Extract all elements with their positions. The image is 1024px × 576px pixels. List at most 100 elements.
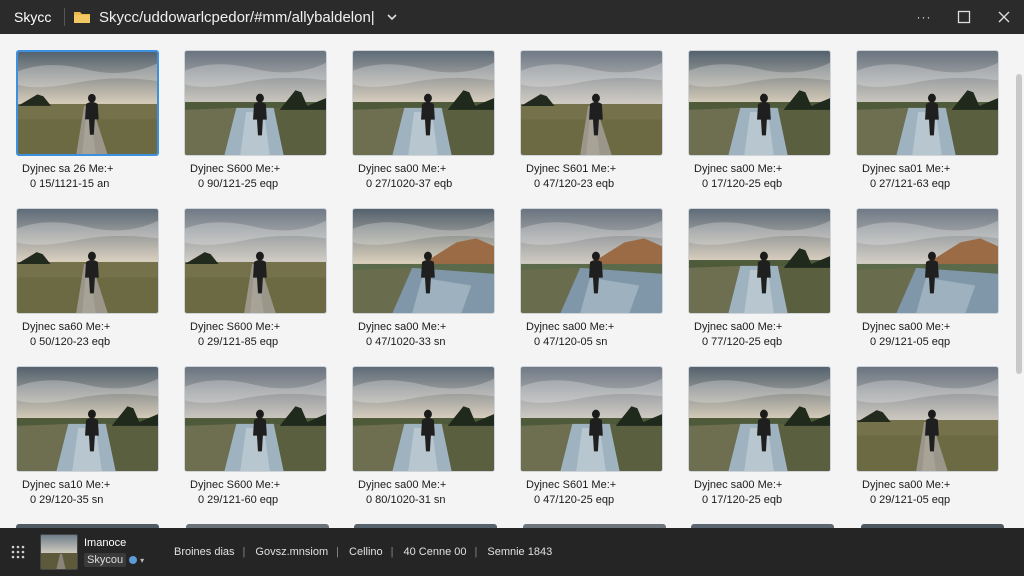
photo-thumbnail[interactable]	[688, 208, 831, 314]
status-item-3: 40 Cenne 00	[403, 546, 467, 558]
close-button[interactable]	[984, 0, 1024, 34]
status-file-name: Imanoce	[84, 537, 127, 549]
photo-meta: 0 77/120-25 eqb	[702, 336, 783, 348]
photo-tile[interactable]: Dyjnec sa00 Me:+ 0 80/1020-31 sn	[352, 366, 497, 524]
photo-name: Dyjnec S600 Me:+	[190, 321, 281, 333]
photo-thumbnail[interactable]	[688, 366, 831, 472]
photo-thumbnail[interactable]	[184, 366, 327, 472]
status-separator: |	[242, 546, 246, 558]
photo-thumbnail[interactable]	[352, 50, 495, 156]
app-title: Skycc	[14, 9, 52, 25]
photo-meta: 0 29/120-35 sn	[30, 494, 104, 506]
more-button[interactable]: ···	[904, 0, 944, 34]
photo-name: Dyjnec sa00 Me:+	[694, 479, 783, 491]
photo-tile[interactable]: Dyjnec sa00 Me:+ 0 29/121-05 eqp	[856, 208, 1001, 366]
status-tag-dropdown[interactable]: Skycou ▾	[84, 553, 164, 567]
chevron-down-icon[interactable]	[385, 10, 399, 24]
photo-meta: 0 27/121-63 eqp	[870, 178, 951, 190]
status-item-1: Govsz.mnsiom	[255, 546, 329, 558]
photo-thumbnail[interactable]	[856, 208, 999, 314]
photo-thumbnail[interactable]	[856, 50, 999, 156]
photo-tile[interactable]: Dyjnec S600 Me:+ 0 90/121-25 eqp	[184, 50, 329, 208]
photo-tile[interactable]: Dyjnec sa10 Me:+ 0 29/120-35 sn	[16, 366, 161, 524]
photo-tile[interactable]: Dyjnec S600 Me:+ 0 29/121-85 eqp	[184, 208, 329, 366]
photo-thumbnail[interactable]	[520, 208, 663, 314]
photo-name: Dyjnec S600 Me:+	[190, 163, 281, 175]
photo-meta: 0 47/120-05 sn	[534, 336, 608, 348]
title-bar: Skycc Skycc/uddowarlcpedor/#mm/allybalde…	[0, 0, 1024, 34]
photo-name: Dyjnec sa00 Me:+	[862, 479, 951, 491]
photo-name: Dyjnec sa60 Me:+	[22, 321, 111, 333]
photo-name: Dyjnec sa00 Me:+	[694, 321, 783, 333]
photo-name: Dyjnec sa00 Me:+	[358, 163, 447, 175]
photo-thumbnail[interactable]	[184, 208, 327, 314]
photo-name: Dyjnec S601 Me:+	[526, 163, 617, 175]
grid-view-icon[interactable]	[10, 544, 26, 560]
photo-meta: 0 29/121-05 eqp	[870, 336, 951, 348]
photo-name: Dyjnec sa00 Me:+	[862, 321, 951, 333]
photo-meta: 0 29/121-05 eqp	[870, 494, 951, 506]
photo-tile[interactable]: Dyjnec S601 Me:+ 0 47/120-25 eqp	[520, 366, 665, 524]
breadcrumb-path[interactable]: Skycc/uddowarlcpedor/#mm/allybaldelon|	[99, 9, 375, 26]
photo-name: Dyjnec sa00 Me:+	[358, 321, 447, 333]
photo-thumbnail[interactable]	[688, 50, 831, 156]
status-selection: Imanoce Skycou ▾	[84, 537, 164, 567]
photo-tile[interactable]: Dyjnec sa00 Me:+ 0 47/1020-33 sn	[352, 208, 497, 366]
photo-thumbnail[interactable]	[856, 366, 999, 472]
photo-thumbnail[interactable]	[352, 366, 495, 472]
scrollbar[interactable]	[1016, 74, 1022, 374]
close-icon	[998, 11, 1010, 23]
photo-name: Dyjnec sa00 Me:+	[358, 479, 447, 491]
status-item-2: Cellino	[349, 546, 383, 558]
photo-thumbnail[interactable]	[16, 366, 159, 472]
status-separator: |	[474, 546, 478, 558]
photo-gallery: Dyjnec sa 26 Me:+ 0 15/1121-15 an Dyjnec …	[0, 34, 1024, 528]
status-tag: Skycou	[84, 553, 127, 567]
photo-tile[interactable]: Dyjnec S600 Me:+ 0 29/121-60 eqp	[184, 366, 329, 524]
status-item-4: Semnie 1843	[487, 546, 553, 558]
photo-tile[interactable]: Dyjnec sa00 Me:+ 0 17/120-25 eqb	[688, 50, 833, 208]
status-item-0: Broines dias	[174, 546, 235, 558]
photo-tile[interactable]: Dyjnec sa00 Me:+ 0 47/120-05 sn	[520, 208, 665, 366]
photo-meta: 0 50/120-23 eqb	[30, 336, 111, 348]
photo-meta: 0 47/120-23 eqb	[534, 178, 615, 190]
status-bar: Imanoce Skycou ▾ Broines dias | Govsz.mn…	[0, 528, 1024, 576]
photo-thumbnail[interactable]	[184, 50, 327, 156]
photo-tile[interactable]: Dyjnec sa 26 Me:+ 0 15/1121-15 an	[16, 50, 161, 208]
photo-tile[interactable]: Dyjnec sa00 Me:+ 0 29/121-05 eqp	[856, 366, 1001, 524]
photo-meta: 0 15/1121-15 an	[30, 178, 110, 190]
photo-meta: 0 17/120-25 eqb	[702, 494, 783, 506]
photo-name: Dyjnec S600 Me:+	[190, 479, 281, 491]
photo-name: Dyjnec sa 26 Me:+	[22, 163, 114, 175]
photo-tile[interactable]: Dyjnec sa60 Me:+ 0 50/120-23 eqb	[16, 208, 161, 366]
photo-meta: 0 29/121-85 eqp	[198, 336, 279, 348]
photo-thumbnail[interactable]	[16, 50, 159, 156]
photo-name: Dyjnec sa00 Me:+	[526, 321, 615, 333]
photo-name: Dyjnec sa01 Me:+	[862, 163, 951, 175]
status-separator: |	[390, 546, 394, 558]
photo-meta: 0 47/120-25 eqp	[534, 494, 615, 506]
photo-thumbnail[interactable]	[16, 208, 159, 314]
folder-icon	[73, 10, 91, 24]
photo-thumbnail[interactable]	[352, 208, 495, 314]
photo-tile[interactable]: Dyjnec sa00 Me:+ 0 17/120-25 eqb	[688, 366, 833, 524]
photo-tile[interactable]: Dyjnec sa00 Me:+ 0 77/120-25 eqb	[688, 208, 833, 366]
photo-grid: Dyjnec sa 26 Me:+ 0 15/1121-15 an Dyjnec …	[16, 50, 999, 524]
photo-thumbnail[interactable]	[520, 366, 663, 472]
photo-tile[interactable]: Dyjnec sa00 Me:+ 0 27/1020-37 eqb	[352, 50, 497, 208]
more-icon: ···	[916, 10, 932, 24]
photo-thumbnail[interactable]	[520, 50, 663, 156]
chevron-down-icon: ▾	[140, 555, 145, 565]
maximize-icon	[957, 10, 971, 24]
photo-meta: 0 27/1020-37 eqb	[366, 178, 453, 190]
title-divider	[64, 8, 65, 26]
photo-tile[interactable]: Dyjnec S601 Me:+ 0 47/120-23 eqb	[520, 50, 665, 208]
window-controls: ···	[904, 0, 1024, 34]
photo-meta: 0 80/1020-31 sn	[366, 494, 446, 506]
photo-tile[interactable]: Dyjnec sa01 Me:+ 0 27/121-63 eqp	[856, 50, 1001, 208]
status-dot-icon	[129, 556, 138, 564]
maximize-button[interactable]	[944, 0, 984, 34]
photo-meta: 0 90/121-25 eqp	[198, 178, 279, 190]
photo-name: Dyjnec S601 Me:+	[526, 479, 617, 491]
photo-name: Dyjnec sa00 Me:+	[694, 163, 783, 175]
